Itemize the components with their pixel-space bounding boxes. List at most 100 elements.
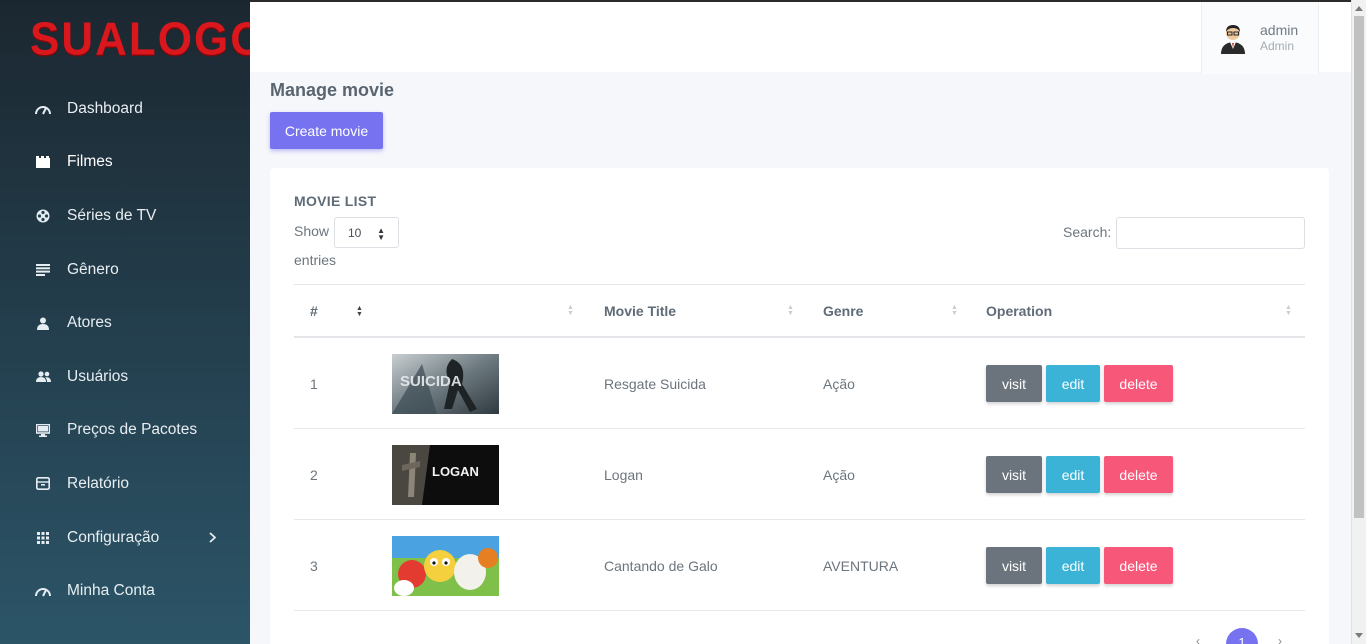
sort-icon: ▲ ▼ <box>951 304 958 317</box>
film-reel-icon <box>35 208 51 224</box>
sidebar-item-label: Configuração <box>67 528 160 546</box>
person-icon <box>35 315 51 331</box>
sort-desc-icon: ▲ ▼ <box>356 305 363 318</box>
row-actions: visit edit delete <box>986 429 1177 520</box>
visit-button[interactable]: visit <box>986 547 1042 584</box>
visit-button[interactable]: visit <box>986 456 1042 493</box>
sidebar-item-label: Filmes <box>67 153 113 171</box>
sidebar-item-filmes[interactable]: Filmes <box>0 136 250 190</box>
sort-icon: ▲ ▼ <box>787 304 794 317</box>
sidebar-item-label: Dashboard <box>67 99 143 117</box>
sidebar-item-label: Relatório <box>67 474 130 492</box>
scroll-down-arrow-icon[interactable] <box>1355 633 1363 638</box>
movie-genre: AVENTURA <box>823 557 899 574</box>
sidebar-item-label: Usuários <box>67 367 129 385</box>
create-movie-button[interactable]: Create movie <box>270 112 383 149</box>
movie-title: Cantando de Galo <box>604 557 718 574</box>
table-row: 3 Cantando de Galo AVENTURA visit edit d… <box>294 520 1305 611</box>
list-icon <box>35 262 51 278</box>
column-header-title[interactable]: Movie Title <box>604 285 676 337</box>
edit-button[interactable]: edit <box>1046 456 1100 493</box>
sidebar-item-dashboard[interactable]: Dashboard <box>0 82 250 136</box>
grid-icon <box>35 530 51 546</box>
pagination-next-icon[interactable]: › <box>1278 634 1282 644</box>
scrollbar-thumb[interactable] <box>1354 16 1364 518</box>
sidebar: SUALOGO Dashboard Filmes Séries de TV Gê… <box>0 0 264 644</box>
movie-thumbnail[interactable]: LOGAN <box>392 429 499 520</box>
page-title: Manage movie <box>270 80 395 100</box>
poster-title-text: SUICIDA <box>400 373 462 390</box>
sort-icon: ▲ ▼ <box>1285 304 1292 317</box>
brand-logo[interactable]: SUALOGO <box>0 0 264 80</box>
user-name: admin <box>1260 22 1299 38</box>
column-header-genre[interactable]: Genre <box>823 285 863 337</box>
people-icon <box>35 369 51 385</box>
column-header-image[interactable] <box>374 285 584 337</box>
poster-image: LOGAN <box>392 444 499 505</box>
speedometer-icon <box>35 101 51 117</box>
monitor-icon <box>35 422 51 438</box>
visit-button[interactable]: visit <box>986 365 1042 402</box>
movie-genre: Ação <box>823 375 855 392</box>
table-row: 1 SUICIDA Resgate Suicida Ação visit edi… <box>294 338 1305 429</box>
sidebar-item-atores[interactable]: Atores <box>0 296 250 350</box>
movie-thumbnail[interactable]: SUICIDA <box>392 338 499 429</box>
table-row: 2 LOGAN Logan Ação visit edit delete <box>294 429 1305 520</box>
page-length-select[interactable]: 10 ▲ ▼ <box>334 217 399 248</box>
pagination-previous-icon[interactable]: ‹ <box>1196 634 1200 644</box>
vertical-scrollbar[interactable] <box>1351 0 1366 644</box>
delete-button[interactable]: delete <box>1104 547 1173 584</box>
row-number: 1 <box>310 375 318 392</box>
speedometer-icon <box>35 583 51 599</box>
user-info: admin Admin <box>1260 22 1298 54</box>
row-actions: visit edit delete <box>986 338 1177 429</box>
page-length-value: 10 <box>348 225 362 240</box>
row-actions: visit edit delete <box>986 520 1177 611</box>
poster-image <box>392 535 499 596</box>
avatar <box>1221 25 1245 54</box>
inbox-icon <box>35 476 51 492</box>
select-arrows-icon: ▲ ▼ <box>377 226 385 242</box>
sidebar-item-minha-conta[interactable]: Minha Conta <box>0 564 250 618</box>
sidebar-item-label: Séries de TV <box>67 206 157 224</box>
show-label: Show <box>294 223 330 239</box>
sidebar-nav: Dashboard Filmes Séries de TV Gênero Ato… <box>0 82 250 618</box>
movie-title: Resgate Suicida <box>604 375 706 392</box>
chevron-right-icon <box>209 530 217 546</box>
card-title: MOVIE LIST <box>294 193 377 209</box>
sidebar-item-label: Minha Conta <box>67 582 155 600</box>
sidebar-item-usuarios[interactable]: Usuários <box>0 350 250 404</box>
logo-text: SUALOGO <box>30 13 267 66</box>
sidebar-item-label: Preços de Pacotes <box>67 421 198 439</box>
user-role: Admin <box>1260 39 1295 53</box>
table-header: # ▲ ▼ ▲ ▼ Movie Title ▲ ▼ Genre ▲ ▼ Operatio… <box>294 284 1305 338</box>
movie-title: Logan <box>604 466 643 483</box>
entries-label: entries <box>294 252 337 268</box>
movie-thumbnail[interactable] <box>392 520 499 611</box>
search-input[interactable] <box>1116 217 1305 249</box>
delete-button[interactable]: delete <box>1104 456 1173 493</box>
column-header-operation[interactable]: Operation <box>986 285 1052 337</box>
sidebar-item-label: Gênero <box>67 260 119 278</box>
delete-button[interactable]: delete <box>1104 365 1173 402</box>
row-number: 2 <box>310 466 318 483</box>
user-menu[interactable]: admin Admin <box>1201 2 1319 74</box>
search-label: Search: <box>1063 224 1112 240</box>
sort-icon: ▲ ▼ <box>567 304 574 317</box>
topbar: admin Admin <box>250 0 1351 74</box>
clapperboard-icon <box>35 154 51 170</box>
sidebar-item-label: Atores <box>67 314 112 332</box>
column-header-number[interactable]: # <box>310 285 318 337</box>
sidebar-item-precos[interactable]: Preços de Pacotes <box>0 404 250 458</box>
movie-genre: Ação <box>823 466 855 483</box>
sidebar-item-configuracao[interactable]: Configuração <box>0 511 250 565</box>
edit-button[interactable]: edit <box>1046 547 1100 584</box>
sidebar-item-series[interactable]: Séries de TV <box>0 189 250 243</box>
poster-title-text: LOGAN <box>432 464 479 479</box>
row-number: 3 <box>310 557 318 574</box>
movie-list-card: MOVIE LIST Show 10 ▲ ▼ entries Search: # … <box>270 168 1329 644</box>
sidebar-item-relatorio[interactable]: Relatório <box>0 457 250 511</box>
sidebar-item-genero[interactable]: Gênero <box>0 243 250 297</box>
scroll-up-arrow-icon[interactable] <box>1355 6 1363 11</box>
edit-button[interactable]: edit <box>1046 365 1100 402</box>
